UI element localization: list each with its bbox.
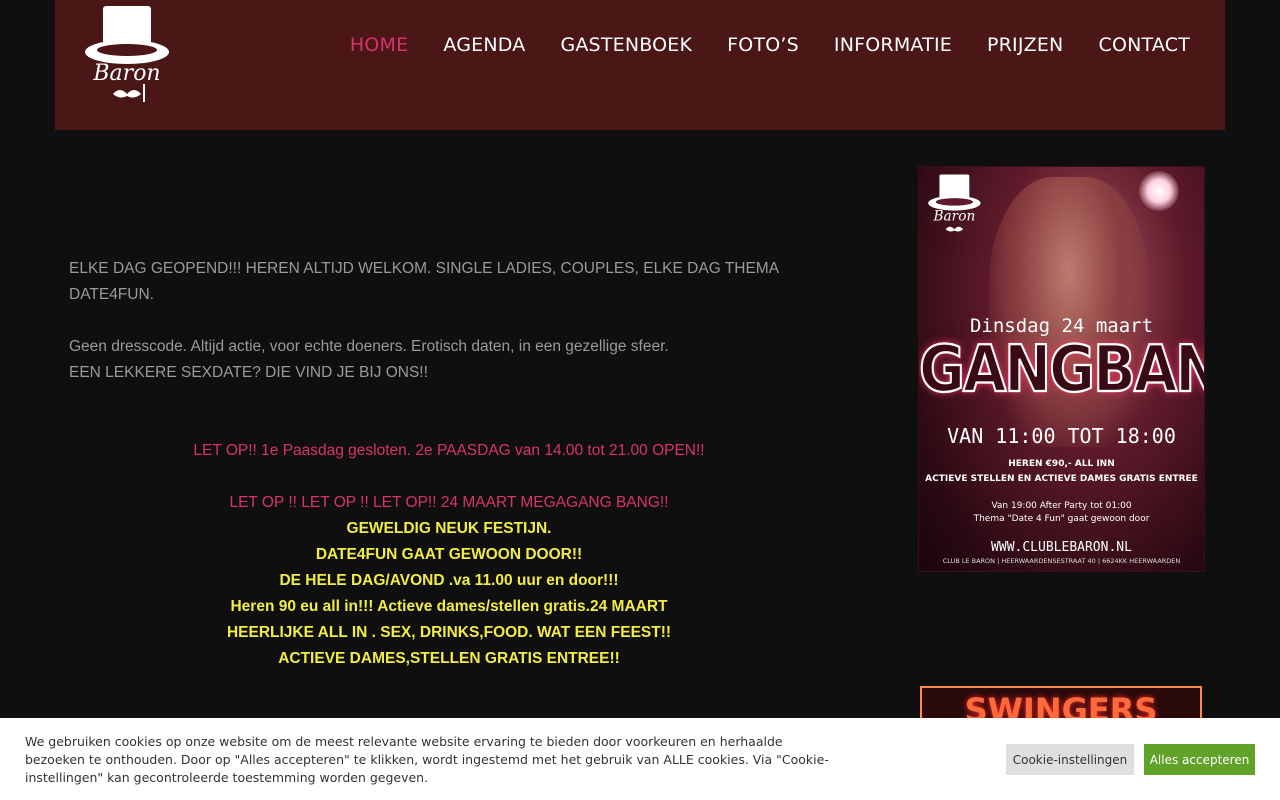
promo-line: DE HELE DAG/AVOND .va 11.00 uur en door!… <box>279 572 619 589</box>
nav-agenda[interactable]: AGENDA <box>443 34 525 56</box>
poster-theme: Thema "Date 4 Fun" gaat gewoon door <box>973 514 1150 524</box>
intro-text: ELKE DAG GEOPEND!!! HEREN ALTIJD WELKOM.… <box>69 260 779 303</box>
light-glow <box>1139 171 1179 211</box>
nav-home[interactable]: HOME <box>350 34 408 56</box>
poster-title: GANGBANG <box>919 331 1204 408</box>
sexdate-text: EEN LEKKERE SEXDATE? DIE VIND JE BIJ ONS… <box>69 364 428 381</box>
dresscode-text: Geen dresscode. Altijd actie, voor echte… <box>69 338 669 355</box>
nav-gastenboek[interactable]: GASTENBOEK <box>560 34 692 56</box>
megagang-notice: LET OP !! LET OP !! LET OP!! 24 MAART ME… <box>229 494 669 511</box>
svg-text:Baron: Baron <box>92 61 160 86</box>
poster-address: CLUB LE BARON | HEERWAARDENSESTRAAT 40 |… <box>942 557 1181 565</box>
event-poster[interactable]: Baron Dinsdag 24 maart GANGBANG VAN 11:0… <box>918 166 1205 572</box>
poster-website: WWW.CLUBLEBARON.NL <box>991 540 1132 555</box>
promo-line: Heren 90 eu all in!!! Actieve dames/stel… <box>230 598 668 615</box>
nav-fotos[interactable]: FOTO’S <box>727 34 799 56</box>
nav-contact[interactable]: CONTACT <box>1098 34 1190 56</box>
poster-free: ACTIEVE STELLEN EN ACTIEVE DAMES GRATIS … <box>925 474 1198 484</box>
poster-logo-icon: Baron <box>928 174 981 232</box>
poster-time: VAN 11:00 TOT 18:00 <box>947 424 1176 448</box>
promo-line: GEWELDIG NEUK FESTIJN. <box>346 520 552 537</box>
poster-price: HEREN €90,- ALL INN <box>1008 459 1115 469</box>
main-nav: HOME AGENDA GASTENBOEK FOTO’S INFORMATIE… <box>315 34 1190 56</box>
cookie-bar: We gebruiken cookies op onze website om … <box>0 718 1280 800</box>
svg-text:Baron: Baron <box>932 209 975 225</box>
main-content: ELKE DAG GEOPEND!!! HEREN ALTIJD WELKOM.… <box>69 256 849 672</box>
baron-logo[interactable]: Baron <box>83 4 173 106</box>
promo-line: ACTIEVE DAMES,STELLEN GRATIS ENTREE!! <box>278 650 620 667</box>
promo-line: HEERLIJKE ALL IN . SEX, DRINKS,FOOD. WAT… <box>226 624 672 641</box>
accept-all-button[interactable]: Alles accepteren <box>1144 744 1255 775</box>
site-header: Baron HOME AGENDA GASTENBOEK FOTO’S INFO… <box>55 0 1225 130</box>
easter-notice: LET OP!! 1e Paasdag gesloten. 2e PAASDAG… <box>193 442 705 459</box>
nav-prijzen[interactable]: PRIJZEN <box>987 34 1064 56</box>
cookie-text: We gebruiken cookies op onze website om … <box>25 734 829 785</box>
cookie-settings-button[interactable]: Cookie-instellingen <box>1006 744 1134 775</box>
promo-line: DATE4FUN GAAT GEWOON DOOR!! <box>315 546 583 563</box>
poster-afterparty: Van 19:00 After Party tot 01:00 <box>991 501 1132 511</box>
nav-informatie[interactable]: INFORMATIE <box>834 34 952 56</box>
